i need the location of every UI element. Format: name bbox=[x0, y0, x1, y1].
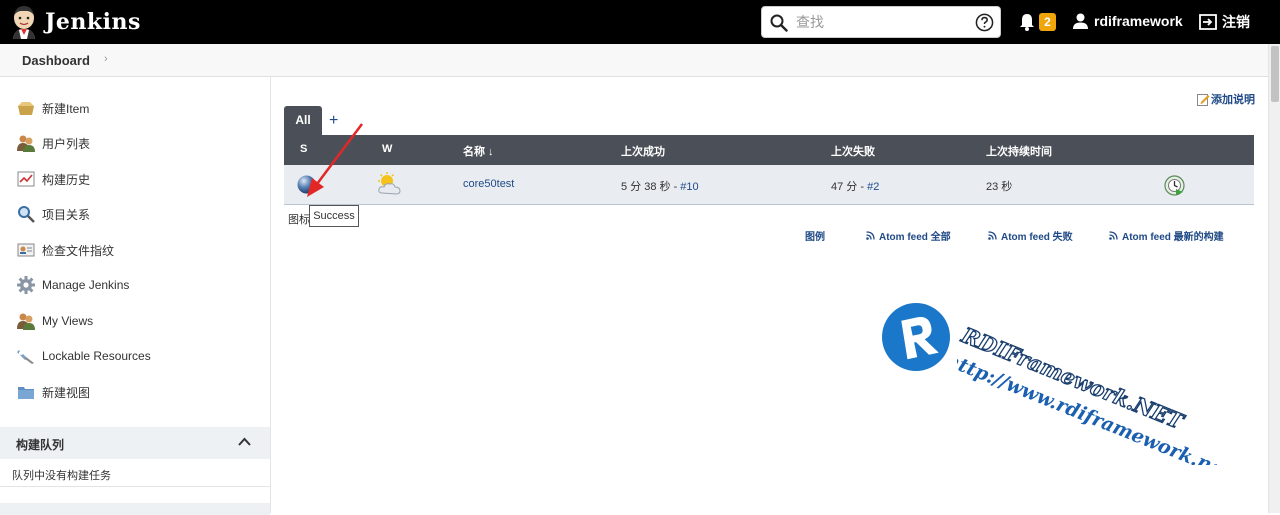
atom-feed-failed-link[interactable]: Atom feed 失败 bbox=[988, 228, 1073, 243]
sidebar-item-project-relationship[interactable]: 项目关系 bbox=[17, 203, 90, 225]
legend-link[interactable]: 图例 bbox=[805, 228, 825, 243]
history-icon bbox=[17, 171, 35, 187]
logout-button[interactable]: 注销 bbox=[1199, 12, 1250, 32]
sidebar-item-label: 用户列表 bbox=[42, 136, 91, 151]
sidebar-item-new-item[interactable]: 新建Item bbox=[17, 97, 89, 119]
sidebar-item-label: 新建视图 bbox=[42, 385, 91, 400]
atom-feed-failed-label: Atom feed 失败 bbox=[1001, 231, 1073, 243]
scrollbar-thumb[interactable] bbox=[1271, 46, 1279, 102]
column-name[interactable]: 名称 ↓ bbox=[463, 143, 494, 159]
sidebar-item-new-view[interactable]: 新建视图 bbox=[17, 381, 90, 403]
top-header: Jenkins 2 rdiframework 注销 bbox=[0, 0, 1280, 44]
search-box bbox=[761, 6, 1001, 38]
rss-icon bbox=[988, 230, 997, 240]
sidebar-item-label: 检查文件指纹 bbox=[42, 243, 115, 258]
folder-icon bbox=[18, 387, 34, 399]
last-success-cell: 5 分 38 秒 - #10 bbox=[621, 178, 699, 194]
red-arrow-annotation bbox=[307, 123, 363, 197]
sidebar-item-label: 新建Item bbox=[42, 101, 90, 116]
column-last-duration[interactable]: 上次持续时间 bbox=[986, 143, 1052, 159]
rss-icon bbox=[1109, 230, 1118, 240]
atom-feed-latest-link[interactable]: Atom feed 最新的构建 bbox=[1109, 228, 1224, 243]
column-last-failure[interactable]: 上次失败 bbox=[831, 143, 875, 159]
sidebar-item-label: Lockable Resources bbox=[42, 349, 151, 363]
sidebar-item-lockable-resources[interactable]: Lockable Resources bbox=[17, 345, 151, 367]
watermark-logo bbox=[882, 303, 950, 371]
logout-label: 注销 bbox=[1222, 14, 1250, 30]
edit-icon bbox=[1197, 93, 1210, 106]
sidebar-item-label: My Views bbox=[42, 314, 94, 328]
last-duration-cell: 23 秒 bbox=[986, 181, 1013, 193]
build-queue-empty-text: 队列中没有构建任务 bbox=[12, 470, 111, 482]
search-icon bbox=[770, 14, 788, 32]
search-input[interactable] bbox=[796, 11, 966, 35]
username-label: rdiframework bbox=[1094, 13, 1183, 29]
sidebar-item-label: 项目关系 bbox=[42, 207, 91, 222]
add-description-label: 添加说明 bbox=[1211, 94, 1255, 106]
build-queue-body: 队列中没有构建任务 bbox=[0, 459, 270, 487]
icon-size-label: 图标 bbox=[288, 214, 310, 226]
sidebar-item-manage-jenkins[interactable]: Manage Jenkins bbox=[17, 274, 129, 296]
last-failure-build-link[interactable]: #2 bbox=[867, 181, 879, 193]
help-icon[interactable] bbox=[975, 13, 994, 32]
executor-status-header[interactable] bbox=[0, 503, 270, 515]
atom-feed-latest-label: Atom feed 最新的构建 bbox=[1122, 231, 1224, 243]
jenkins-logo[interactable]: Jenkins bbox=[10, 5, 141, 39]
breadcrumb-dashboard[interactable]: Dashboard bbox=[22, 53, 90, 68]
users-icon bbox=[17, 313, 35, 330]
atom-feed-all-label: Atom feed 全部 bbox=[879, 231, 951, 243]
app-title: Jenkins bbox=[45, 9, 141, 35]
search-icon bbox=[18, 206, 35, 223]
breadcrumb-chevron-icon[interactable]: › bbox=[104, 53, 108, 65]
sidebar: 新建Item 用户列表 构建历史 项目关系 检查文件指纹 Manage Jenk… bbox=[0, 77, 271, 515]
watermark-text: RDIFramework.NET http://www.rdiframework… bbox=[957, 325, 1217, 465]
lock-icon bbox=[17, 350, 34, 364]
user-icon bbox=[1073, 13, 1088, 29]
breadcrumb: Dashboard › bbox=[0, 44, 1268, 77]
jenkins-butler-icon bbox=[13, 6, 35, 39]
build-queue-header[interactable]: 构建队列 bbox=[0, 427, 270, 459]
status-tooltip: Success bbox=[309, 205, 359, 227]
partly-cloudy-icon[interactable] bbox=[376, 172, 402, 196]
new-item-icon bbox=[18, 102, 34, 115]
column-last-success[interactable]: 上次成功 bbox=[621, 143, 665, 159]
add-description-link[interactable]: 添加说明 bbox=[1197, 91, 1255, 107]
bell-icon[interactable] bbox=[1019, 13, 1035, 31]
column-weather[interactable]: W bbox=[382, 143, 392, 155]
last-success-build-link[interactable]: #10 bbox=[680, 181, 698, 193]
sidebar-item-fingerprint[interactable]: 检查文件指纹 bbox=[17, 239, 114, 261]
table-row: core50test 5 分 38 秒 - #10 47 分 - #2 23 秒 bbox=[284, 165, 1254, 205]
build-queue-title: 构建队列 bbox=[16, 438, 65, 452]
sidebar-item-users[interactable]: 用户列表 bbox=[17, 132, 90, 154]
fingerprint-icon bbox=[17, 243, 35, 257]
gear-icon bbox=[17, 276, 35, 294]
job-name-link[interactable]: core50test bbox=[463, 178, 514, 190]
schedule-build-icon[interactable] bbox=[1164, 175, 1185, 196]
sidebar-item-my-views[interactable]: My Views bbox=[17, 310, 93, 332]
logout-icon bbox=[1199, 14, 1217, 30]
users-icon bbox=[17, 135, 35, 152]
projects-table-header: S W 名称 ↓ 上次成功 上次失败 上次持续时间 bbox=[284, 135, 1254, 165]
last-success-time: 5 分 38 秒 - bbox=[621, 181, 681, 193]
sidebar-item-label: 构建历史 bbox=[42, 172, 91, 187]
sidebar-item-label: Manage Jenkins bbox=[42, 278, 130, 292]
user-menu[interactable]: rdiframework bbox=[1073, 13, 1183, 29]
notification-badge[interactable]: 2 bbox=[1039, 13, 1056, 31]
legend-label: 图例 bbox=[805, 231, 825, 243]
page-scrollbar[interactable] bbox=[1268, 44, 1280, 513]
sidebar-item-build-history[interactable]: 构建历史 bbox=[17, 168, 90, 190]
atom-feed-all-link[interactable]: Atom feed 全部 bbox=[866, 228, 951, 243]
last-failure-cell: 47 分 - #2 bbox=[831, 178, 879, 194]
rss-icon bbox=[866, 230, 875, 240]
last-failure-time: 47 分 - bbox=[831, 181, 868, 193]
chevron-up-icon[interactable] bbox=[238, 437, 251, 447]
